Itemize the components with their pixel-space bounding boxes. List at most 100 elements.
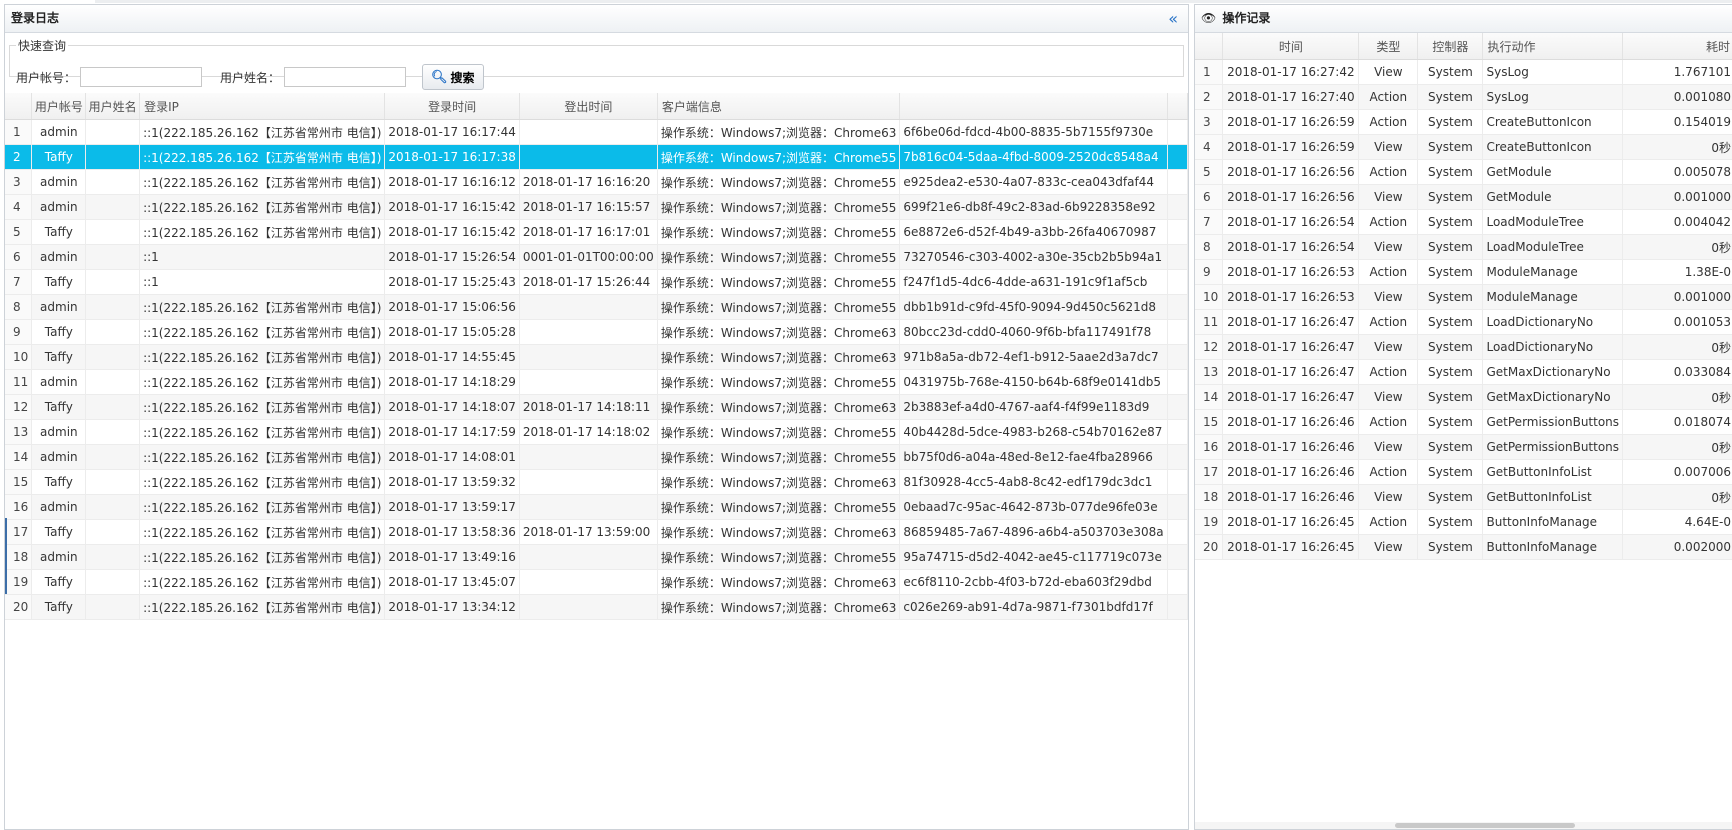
row-number: 20	[5, 594, 33, 620]
table-row[interactable]: 16 2018-01-17 16:26:46 View System GetPermis…	[1195, 434, 1732, 460]
table-row[interactable]: 11 admin::1(222.185.26.162【江苏省常州市 电信】) 201…	[5, 369, 1188, 395]
col-login-time[interactable]: 登录时间	[384, 93, 520, 120]
name-input[interactable]	[284, 67, 407, 87]
logout-time-cell	[519, 469, 658, 495]
table-row[interactable]: 13 admin::1(222.185.26.162【江苏省常州市 电信】) 201…	[5, 419, 1188, 445]
table-row[interactable]: 9 Taffy::1(222.185.26.162【江苏省常州市 电信】) 2018…	[5, 319, 1188, 345]
active-tab[interactable]	[0, 0, 95, 3]
row-number: 9	[5, 319, 33, 345]
table-row[interactable]: 3 admin::1(222.185.26.162【江苏省常州市 电信】) 2018…	[5, 169, 1188, 195]
filler-cell	[1167, 219, 1188, 245]
table-row[interactable]: 7 Taffy::1 2018-01-17 15:25:43 2018-01-17 1…	[5, 269, 1188, 295]
table-row[interactable]: 11 2018-01-17 16:26:47 Action System LoadDic…	[1195, 309, 1732, 335]
login-time-cell: 2018-01-17 13:58:36	[384, 519, 520, 545]
login-time-cell: 2018-01-17 13:45:07	[384, 569, 520, 595]
table-row[interactable]: 4 admin::1(222.185.26.162【江苏省常州市 电信】) 2018…	[5, 194, 1188, 220]
col-action[interactable]: 执行动作	[1482, 33, 1624, 60]
col-cost[interactable]: 耗时	[1622, 33, 1732, 60]
table-row[interactable]: 9 2018-01-17 16:26:53 Action System ModuleMa…	[1195, 259, 1732, 285]
cost-cell: 0.004042	[1622, 209, 1732, 235]
col-name[interactable]: 用户姓名	[85, 93, 141, 120]
table-row[interactable]: 12 Taffy::1(222.185.26.162【江苏省常州市 电信】) 201…	[5, 394, 1188, 420]
ip-cell: ::1(222.185.26.162【江苏省常州市 电信】)	[139, 494, 386, 520]
table-row[interactable]: 2 2018-01-17 16:27:40 Action System SysLog 0.…	[1195, 84, 1732, 110]
name-cell	[85, 144, 141, 170]
table-row[interactable]: 5 Taffy::1(222.185.26.162【江苏省常州市 电信】) 2018…	[5, 219, 1188, 245]
table-row[interactable]: 10 Taffy::1(222.185.26.162【江苏省常州市 电信】) 201…	[5, 344, 1188, 370]
session-id-cell: dbb1b91d-c9fd-45f0-9094-9d450c5621d8	[899, 294, 1168, 320]
table-row[interactable]: 15 2018-01-17 16:26:46 Action System GetPerm…	[1195, 409, 1732, 435]
col-client-info[interactable]: 客户端信息	[657, 93, 901, 120]
col-account[interactable]: 用户帐号	[31, 93, 87, 120]
horizontal-scrollbar[interactable]	[1195, 822, 1732, 829]
col-ip[interactable]: 登录IP	[139, 93, 386, 120]
table-row[interactable]: 13 2018-01-17 16:26:47 Action System GetMaxD…	[1195, 359, 1732, 385]
table-row[interactable]: 15 Taffy::1(222.185.26.162【江苏省常州市 电信】) 201…	[5, 469, 1188, 495]
search-button[interactable]: 🔍︎ 搜索	[422, 64, 484, 90]
table-row[interactable]: 20 Taffy::1(222.185.26.162【江苏省常州市 电信】) 201…	[5, 594, 1188, 620]
col-logout-time[interactable]: 登出时间	[519, 93, 658, 120]
col-controller[interactable]: 控制器	[1417, 33, 1484, 60]
table-row[interactable]: 19 2018-01-17 16:26:45 Action System ButtonI…	[1195, 509, 1732, 535]
session-id-cell: 699f21e6-db8f-49c2-83ad-6b9228358e92	[899, 194, 1168, 220]
col-type[interactable]: 类型	[1358, 33, 1419, 60]
client-info-cell: 操作系统：Windows7;浏览器：Chrome55	[657, 294, 901, 320]
table-row[interactable]: 3 2018-01-17 16:26:59 Action System CreateBu…	[1195, 109, 1732, 135]
collapse-icon[interactable]: «	[1168, 5, 1178, 32]
table-row[interactable]: 1 2018-01-17 16:27:42 View System SysLog 1.76…	[1195, 59, 1732, 85]
table-row[interactable]: 6 admin::1 2018-01-17 15:26:54 0001-01-01T0…	[5, 244, 1188, 270]
row-number: 6	[5, 244, 33, 270]
col-extra[interactable]	[899, 93, 1168, 120]
table-row[interactable]: 17 2018-01-17 16:26:46 Action System GetButt…	[1195, 459, 1732, 485]
account-input[interactable]	[80, 67, 203, 87]
table-row[interactable]: 19 Taffy::1(222.185.26.162【江苏省常州市 电信】) 201…	[5, 569, 1188, 595]
table-row[interactable]: 18 2018-01-17 16:26:46 View System GetButton…	[1195, 484, 1732, 510]
account-cell: admin	[31, 369, 87, 395]
row-number: 5	[5, 219, 33, 245]
cost-cell: 0.001053	[1622, 309, 1732, 335]
table-row[interactable]: 14 admin::1(222.185.26.162【江苏省常州市 电信】) 201…	[5, 444, 1188, 470]
row-number: 12	[5, 394, 33, 420]
session-id-cell: 95a74715-d5d2-4042-ae45-c117719c073e	[899, 544, 1168, 570]
table-row[interactable]: 8 admin::1(222.185.26.162【江苏省常州市 电信】) 2018…	[5, 294, 1188, 320]
account-cell: Taffy	[31, 219, 87, 245]
action-cell: LoadModuleTree	[1482, 209, 1624, 235]
table-row[interactable]: 20 2018-01-17 16:26:45 View System ButtonInf…	[1195, 534, 1732, 560]
col-time[interactable]: 时间	[1222, 33, 1360, 60]
table-row[interactable]: 18 admin::1(222.185.26.162【江苏省常州市 电信】) 201…	[5, 544, 1188, 570]
table-row[interactable]: 14 2018-01-17 16:26:47 View System GetMaxDic…	[1195, 384, 1732, 410]
quick-search: 快速查询 用户帐号： 用户姓名： 🔍︎ 搜索	[9, 37, 1184, 90]
name-cell	[85, 569, 141, 595]
ip-cell: ::1(222.185.26.162【江苏省常州市 电信】)	[139, 419, 386, 445]
controller-cell: System	[1417, 484, 1484, 510]
table-row[interactable]: 17 Taffy::1(222.185.26.162【江苏省常州市 电信】) 201…	[5, 519, 1188, 545]
table-row[interactable]: 10 2018-01-17 16:26:53 View System ModuleMan…	[1195, 284, 1732, 310]
scrollbar-thumb[interactable]	[1395, 823, 1575, 828]
table-row[interactable]: 2 Taffy::1(222.185.26.162【江苏省常州市 电信】) 2018…	[5, 144, 1188, 170]
account-cell: admin	[31, 169, 87, 195]
table-row[interactable]: 1 admin::1(222.185.26.162【江苏省常州市 电信】) 2018…	[5, 119, 1188, 145]
time-cell: 2018-01-17 16:26:54	[1222, 234, 1360, 260]
table-row[interactable]: 5 2018-01-17 16:26:56 Action System GetModul…	[1195, 159, 1732, 185]
search-icon: 🔍︎	[431, 69, 448, 84]
row-number: 11	[1195, 309, 1224, 335]
session-id-cell: 86859485-7a67-4896-a6b4-a503703e308a	[899, 519, 1168, 545]
table-row[interactable]: 6 2018-01-17 16:26:56 View System GetModule 0…	[1195, 184, 1732, 210]
name-label: 用户姓名：	[220, 70, 281, 85]
cost-cell: 0秒	[1622, 484, 1732, 510]
time-cell: 2018-01-17 16:27:40	[1222, 84, 1360, 110]
login-time-cell: 2018-01-17 16:15:42	[384, 219, 520, 245]
controller-cell: System	[1417, 509, 1484, 535]
table-row[interactable]: 12 2018-01-17 16:26:47 View System LoadDicti…	[1195, 334, 1732, 360]
row-number: 2	[5, 144, 33, 170]
name-cell	[85, 119, 141, 145]
controller-cell: System	[1417, 109, 1484, 135]
logout-time-cell: 2018-01-17 16:15:57	[519, 194, 658, 220]
time-cell: 2018-01-17 16:26:54	[1222, 209, 1360, 235]
table-row[interactable]: 16 admin::1(222.185.26.162【江苏省常州市 电信】) 201…	[5, 494, 1188, 520]
row-number: 19	[1195, 509, 1224, 535]
table-row[interactable]: 7 2018-01-17 16:26:54 Action System LoadModu…	[1195, 209, 1732, 235]
table-row[interactable]: 4 2018-01-17 16:26:59 View System CreateButt…	[1195, 134, 1732, 160]
table-row[interactable]: 8 2018-01-17 16:26:54 View System LoadModule…	[1195, 234, 1732, 260]
session-id-cell: 40b4428d-5dce-4983-b268-c54b70162e87	[899, 419, 1168, 445]
